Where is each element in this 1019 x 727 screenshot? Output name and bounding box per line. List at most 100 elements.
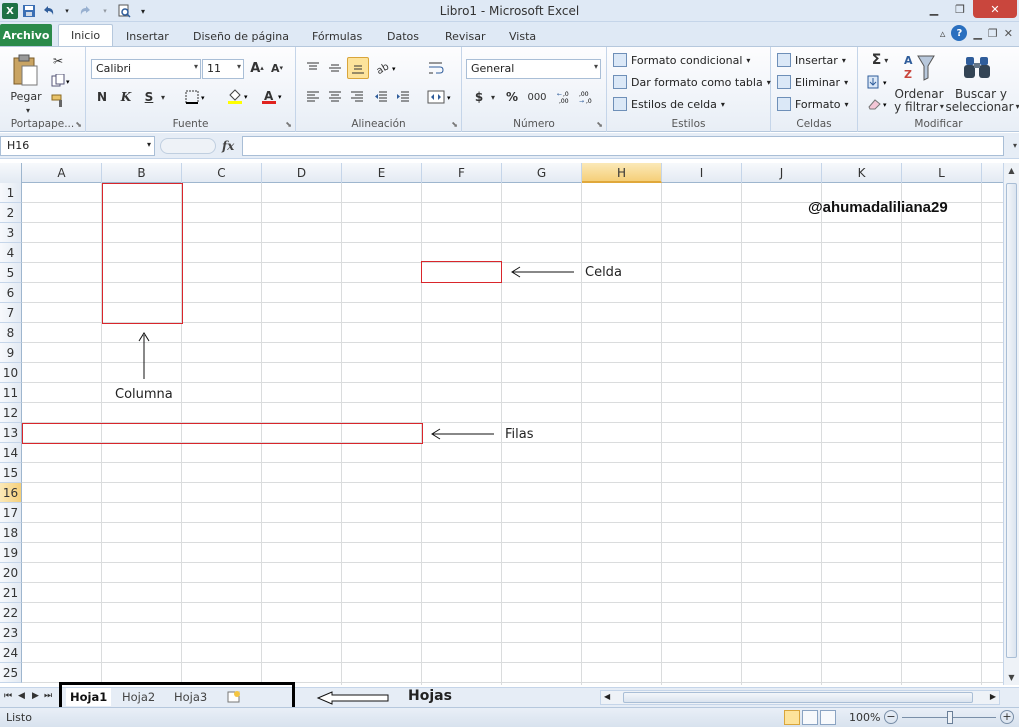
first-sheet-icon[interactable]: ⏮ bbox=[4, 691, 12, 701]
page-layout-view-icon[interactable] bbox=[802, 710, 818, 725]
find-select-label-1[interactable]: Buscar y bbox=[946, 87, 1016, 101]
horizontal-scroll-thumb[interactable] bbox=[623, 692, 973, 703]
scroll-up-icon[interactable]: ▲ bbox=[1004, 163, 1019, 178]
autosum-button[interactable]: Σ ▾ bbox=[866, 51, 894, 69]
zoom-out-icon[interactable]: − bbox=[884, 710, 898, 724]
tab-inicio[interactable]: Inicio bbox=[58, 24, 114, 46]
row-header[interactable]: 24 bbox=[0, 643, 22, 663]
shrink-font-button[interactable]: A ▾ bbox=[268, 59, 286, 77]
decrease-indent-icon[interactable] bbox=[372, 88, 390, 106]
column-header[interactable]: D bbox=[262, 163, 342, 183]
row-header[interactable]: 20 bbox=[0, 563, 22, 583]
name-box[interactable]: H16 ▾ bbox=[0, 136, 155, 156]
insert-cells-button[interactable]: Insertar ▾ bbox=[777, 53, 846, 67]
currency-button[interactable]: $ bbox=[472, 88, 486, 106]
row-header[interactable]: 3 bbox=[0, 223, 22, 243]
row-header[interactable]: 23 bbox=[0, 623, 22, 643]
minimize-ribbon-icon[interactable]: ▵ bbox=[940, 27, 946, 40]
column-header[interactable]: B bbox=[102, 163, 182, 183]
row-header-selected[interactable]: 16 bbox=[0, 483, 22, 503]
cell-styles-button[interactable]: Estilos de celda ▾ bbox=[613, 97, 725, 111]
row-header[interactable]: 8 bbox=[0, 323, 22, 343]
scroll-right-icon[interactable]: ▶ bbox=[990, 692, 996, 701]
column-header[interactable]: F bbox=[422, 163, 502, 183]
number-format-combo[interactable]: General ▾ bbox=[466, 59, 601, 79]
row-header[interactable]: 2 bbox=[0, 203, 22, 223]
row-header[interactable]: 11 bbox=[0, 383, 22, 403]
column-header[interactable]: J bbox=[742, 163, 822, 183]
align-top-icon[interactable] bbox=[304, 59, 322, 77]
cut-icon[interactable]: ✂ bbox=[50, 53, 66, 69]
align-left-icon[interactable] bbox=[304, 88, 322, 106]
dialog-launcher-icon[interactable]: ⬊ bbox=[75, 120, 82, 129]
workbook-minimize-button[interactable]: ▁ bbox=[973, 27, 981, 40]
select-all-corner[interactable] bbox=[0, 163, 22, 183]
scroll-left-icon[interactable]: ◀ bbox=[604, 692, 610, 701]
row-header[interactable]: 14 bbox=[0, 443, 22, 463]
paste-label[interactable]: Pegar bbox=[6, 89, 46, 103]
column-header[interactable]: A bbox=[22, 163, 102, 183]
workbook-restore-button[interactable]: ❐ bbox=[988, 27, 998, 40]
percent-button[interactable]: % bbox=[504, 88, 520, 106]
dialog-launcher-icon[interactable]: ⬊ bbox=[285, 120, 292, 129]
help-icon[interactable]: ? bbox=[951, 25, 968, 41]
wrap-text-icon[interactable] bbox=[426, 59, 446, 77]
next-sheet-icon[interactable]: ▶ bbox=[32, 691, 39, 701]
format-cells-button[interactable]: Formato ▾ bbox=[777, 97, 849, 111]
sort-filter-label-1[interactable]: Ordenar bbox=[892, 87, 946, 101]
increase-indent-icon[interactable] bbox=[394, 88, 412, 106]
row-header[interactable]: 19 bbox=[0, 543, 22, 563]
font-size-combo[interactable]: 11 ▾ bbox=[202, 59, 244, 79]
merge-center-icon[interactable]: ▾ bbox=[426, 88, 456, 106]
insert-function-icon[interactable]: fx bbox=[222, 139, 234, 153]
row-header[interactable]: 13 bbox=[0, 423, 22, 443]
column-header-selected[interactable]: H bbox=[582, 163, 662, 183]
tab-insertar[interactable]: Insertar bbox=[126, 26, 169, 46]
row-header[interactable]: 18 bbox=[0, 523, 22, 543]
clear-button[interactable]: ▾ bbox=[866, 95, 894, 113]
zoom-in-icon[interactable]: + bbox=[1000, 710, 1014, 724]
sort-filter-label-2[interactable]: y filtrar ▾ bbox=[892, 100, 946, 114]
borders-button[interactable]: ▾ bbox=[184, 88, 210, 106]
conditional-format-button[interactable]: Formato condicional ▾ bbox=[613, 53, 750, 67]
row-header[interactable]: 7 bbox=[0, 303, 22, 323]
row-header[interactable]: 4 bbox=[0, 243, 22, 263]
font-name-combo[interactable]: Calibri ▾ bbox=[91, 59, 201, 79]
bold-button[interactable]: N bbox=[94, 88, 110, 106]
row-header[interactable]: 25 bbox=[0, 663, 22, 683]
dialog-launcher-icon[interactable]: ⬊ bbox=[451, 120, 458, 129]
row-header[interactable]: 10 bbox=[0, 363, 22, 383]
tab-formulas[interactable]: Fórmulas bbox=[312, 26, 362, 46]
last-sheet-icon[interactable]: ⏭ bbox=[44, 691, 52, 701]
copy-icon[interactable]: ▾ bbox=[50, 73, 74, 89]
zoom-slider-thumb[interactable] bbox=[947, 711, 953, 724]
row-header[interactable]: 6 bbox=[0, 283, 22, 303]
delete-cells-button[interactable]: Eliminar ▾ bbox=[777, 75, 848, 89]
align-right-icon[interactable] bbox=[348, 88, 366, 106]
tab-archivo[interactable]: Archivo bbox=[0, 24, 52, 46]
column-header[interactable]: K bbox=[822, 163, 902, 183]
dialog-launcher-icon[interactable]: ⬊ bbox=[596, 120, 603, 129]
zoom-level[interactable]: 100% bbox=[849, 711, 880, 724]
row-header[interactable]: 15 bbox=[0, 463, 22, 483]
chevron-down-icon[interactable]: ▾ bbox=[1013, 141, 1017, 150]
font-color-button[interactable]: A ▾ bbox=[260, 88, 286, 106]
sort-filter-icon[interactable]: AZ bbox=[900, 51, 938, 85]
page-break-view-icon[interactable] bbox=[820, 710, 836, 725]
find-select-label-2[interactable]: seleccionar ▾ bbox=[945, 100, 1019, 114]
align-center-icon[interactable] bbox=[326, 88, 344, 106]
vertical-scrollbar[interactable]: ▲ ▼ bbox=[1003, 163, 1019, 685]
scroll-down-icon[interactable]: ▼ bbox=[1004, 670, 1019, 685]
fill-button[interactable]: ▾ bbox=[866, 73, 894, 91]
row-header[interactable]: 17 bbox=[0, 503, 22, 523]
align-bottom-icon[interactable] bbox=[347, 57, 369, 79]
row-header[interactable]: 12 bbox=[0, 403, 22, 423]
binoculars-icon[interactable] bbox=[962, 53, 992, 83]
tab-vista[interactable]: Vista bbox=[509, 26, 536, 46]
thousands-button[interactable]: 000 bbox=[526, 88, 548, 106]
row-header[interactable]: 1 bbox=[0, 183, 22, 203]
formula-input[interactable] bbox=[242, 136, 1004, 156]
workbook-close-button[interactable]: ✕ bbox=[1004, 27, 1013, 40]
formula-bar-resize-handle[interactable] bbox=[160, 138, 216, 154]
chevron-down-icon[interactable]: ▾ bbox=[158, 88, 168, 106]
